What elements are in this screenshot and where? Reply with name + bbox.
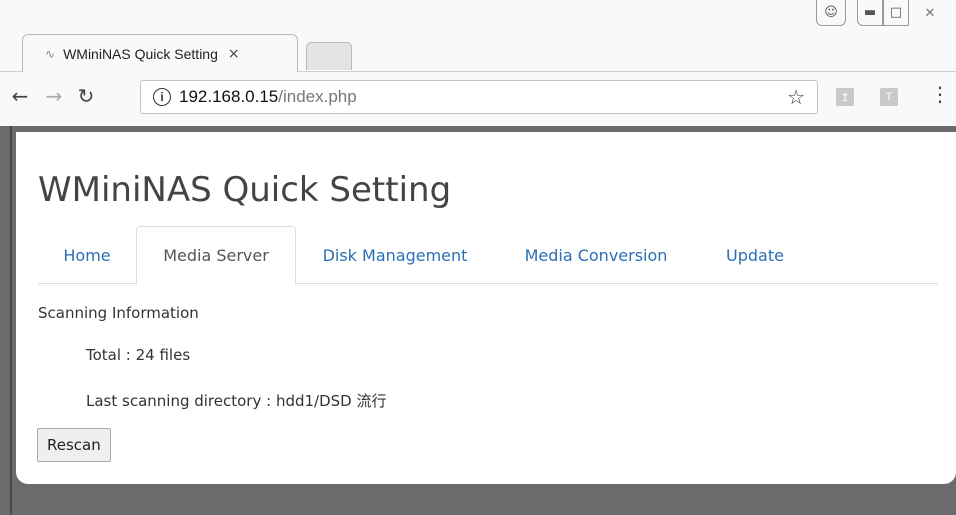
t-extension-icon[interactable]: T xyxy=(880,88,898,106)
maximize-icon[interactable]: □ xyxy=(883,0,909,26)
forward-arrow-icon[interactable]: → xyxy=(40,84,68,108)
total-files: Total : 24 files xyxy=(86,346,191,364)
user-icon[interactable]: ☺ xyxy=(816,0,846,26)
info-icon[interactable]: i xyxy=(153,88,171,106)
tab-close-icon[interactable]: × xyxy=(228,46,240,62)
tab-disk-management[interactable]: Disk Management xyxy=(300,226,490,284)
browser-chrome: ☺ ▬ □ ✕ ∿ WMiniNAS Quick Setting × ← → ↻… xyxy=(0,0,956,126)
tab-update[interactable]: Update xyxy=(702,226,808,284)
nav-tabs: Home Media Server Disk Management Media … xyxy=(38,226,938,285)
browser-tab-title: WMiniNAS Quick Setting xyxy=(63,45,218,62)
browser-tab[interactable]: ∿ WMiniNAS Quick Setting × xyxy=(22,34,298,72)
back-arrow-icon[interactable]: ← xyxy=(6,84,34,108)
waveform-icon: ∿ xyxy=(45,46,56,61)
tab-media-conversion[interactable]: Media Conversion xyxy=(496,226,696,284)
tab-home[interactable]: Home xyxy=(38,226,136,284)
page-content: WMiniNAS Quick Setting Home Media Server… xyxy=(16,132,956,484)
tab-media-server[interactable]: Media Server xyxy=(136,226,296,285)
star-icon[interactable]: ☆ xyxy=(787,85,805,110)
menu-icon[interactable]: ⋮ xyxy=(930,84,950,104)
rescan-button[interactable]: Rescan xyxy=(37,428,111,462)
new-tab-button[interactable] xyxy=(306,42,352,70)
close-window-icon[interactable]: ✕ xyxy=(909,0,951,26)
last-scanning-directory: Last scanning directory : hdd1/DSD 流行 xyxy=(86,392,387,410)
section-title: Scanning Information xyxy=(38,304,199,322)
page-title: WMiniNAS Quick Setting xyxy=(38,170,452,210)
pdf-extension-icon[interactable]: ↥ xyxy=(836,88,854,106)
minimize-icon[interactable]: ▬ xyxy=(857,0,883,26)
reload-icon[interactable]: ↻ xyxy=(72,84,100,108)
url-host: 192.168.0.15 xyxy=(179,87,279,106)
url-path: /index.php xyxy=(278,87,357,106)
address-bar[interactable]: i 192.168.0.15/index.php ☆ xyxy=(140,80,818,114)
